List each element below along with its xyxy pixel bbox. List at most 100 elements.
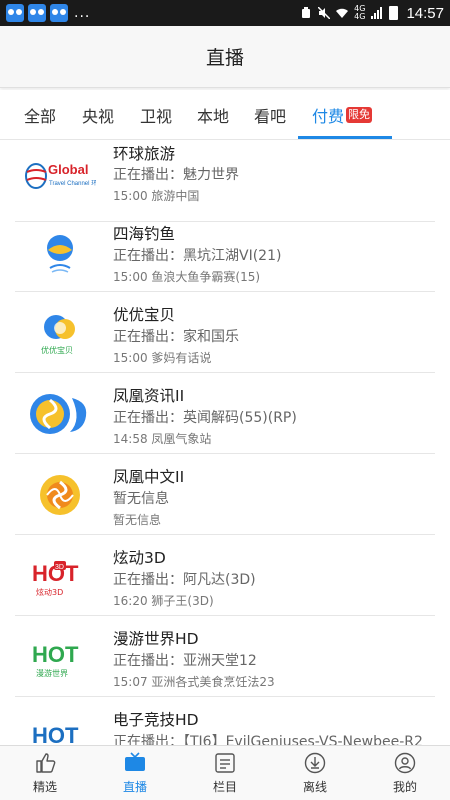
channel-name: 四海钓鱼 — [113, 225, 176, 243]
nav-live[interactable]: 直播 — [90, 746, 180, 800]
tab-label: 卫视 — [140, 107, 173, 126]
nav-offline[interactable]: 离线 — [270, 746, 360, 800]
nav-label: 精选 — [32, 779, 57, 794]
channel-item-esports[interactable]: HOT 电子竞技HD 正在播出：【TI6】EvilGeniuses-VS-New… — [0, 697, 450, 745]
tab-paid[interactable]: 付费 限免 — [312, 90, 373, 140]
free-badge: 限免 — [346, 107, 373, 123]
next-program: 15:00 鱼浪大鱼争霸赛(15) — [113, 270, 261, 284]
channel-logo: HOT 漫游世界 — [24, 634, 96, 684]
user-icon — [394, 752, 416, 773]
tab-cctv[interactable]: 央视 — [82, 90, 114, 140]
channel-name: 凤凰中文II — [113, 468, 185, 486]
channel-logo — [24, 227, 96, 277]
now-playing: 正在播出：家和国乐 — [113, 329, 239, 345]
channel-name: 炫动3D — [113, 549, 166, 567]
now-playing: 暂无信息 — [113, 491, 169, 507]
battery-icon — [389, 6, 399, 20]
phoenix-info-logo-icon — [30, 394, 87, 434]
next-program: 16:20 狮子王(3D) — [113, 594, 214, 608]
tab-label: 央视 — [82, 107, 115, 126]
page-title: 直播 — [205, 47, 244, 69]
clock: 14:57 — [406, 4, 444, 22]
signal-icon — [371, 7, 383, 19]
next-program: 15:00 旅游中国 — [113, 189, 200, 203]
tab-label: 看吧 — [254, 107, 287, 126]
now-playing: 正在播出：魅力世界 — [113, 167, 239, 183]
tab-all[interactable]: 全部 — [24, 90, 56, 140]
more-notifications: ... — [74, 5, 91, 21]
channel-item-roaming-world[interactable]: HOT 漫游世界 漫游世界HD 正在播出：亚洲天堂12 15:07 亚洲各式美食… — [0, 616, 450, 697]
svg-text:3D: 3D — [55, 564, 64, 571]
channel-logo — [24, 470, 96, 520]
tab-label: 全部 — [24, 107, 57, 126]
download-icon — [304, 752, 326, 773]
wifi-icon — [336, 8, 349, 18]
svg-text:优优宝贝: 优优宝贝 — [41, 345, 73, 355]
channel-item-sihai-fishing[interactable]: 四海钓鱼 正在播出：黑坑江湖VI(21) 15:00 鱼浪大鱼争霸赛(15) — [0, 211, 450, 292]
list-icon — [215, 752, 235, 773]
now-playing: 正在播出：阿凡达(3D) — [113, 572, 256, 588]
channel-logo: HOT 3D 炫动3D — [24, 553, 96, 603]
next-program: 14:58 凤凰气象站 — [113, 432, 212, 446]
svg-text:HOT: HOT — [32, 723, 79, 745]
network-indicator: 4G 4G — [354, 4, 366, 21]
tab-satellite[interactable]: 卫视 — [140, 90, 172, 140]
nav-columns[interactable]: 栏目 — [180, 746, 270, 800]
tab-local[interactable]: 本地 — [197, 90, 229, 140]
phoenix-chinese-logo-icon — [40, 475, 80, 515]
channel-name: 漫游世界HD — [113, 630, 199, 648]
channel-name: 凤凰资讯II — [113, 387, 185, 405]
now-playing: 正在播出：英闻解码(55)(RP) — [113, 410, 297, 426]
next-program: 15:07 亚洲各式美食烹饪法23 — [113, 675, 275, 689]
app-notification-icon — [6, 4, 24, 22]
svg-text:HOT: HOT — [32, 642, 79, 667]
nav-featured[interactable]: 精选 — [0, 746, 90, 800]
now-playing: 正在播出：【TI6】EvilGeniuses-VS-Newbee-R2 — [113, 734, 423, 745]
channel-logo — [24, 389, 96, 439]
nav-mine[interactable]: 我的 — [360, 746, 450, 800]
next-program: 暂无信息 — [113, 513, 162, 527]
channel-logo: 优优宝贝 — [24, 308, 96, 358]
channel-name: 电子竞技HD — [113, 711, 199, 729]
channel-name: 环球旅游 — [113, 145, 176, 163]
app-notification-icon — [50, 4, 68, 22]
channel-item-phoenix-info[interactable]: 凤凰资讯II 正在播出：英闻解码(55)(RP) 14:58 凤凰气象站 — [0, 373, 450, 454]
status-bar: ... 4G 4G 14:57 — [0, 0, 450, 26]
tab-kanba[interactable]: 看吧 — [254, 90, 286, 140]
nav-label: 离线 — [302, 779, 327, 794]
hot-esports-logo-icon: HOT — [32, 723, 79, 745]
thumbs-up-icon — [36, 752, 56, 773]
global-travel-logo-icon: Global Travel Channel 环球旅游 — [25, 162, 96, 189]
channel-item-hot-3d[interactable]: HOT 3D 炫动3D 炫动3D 正在播出：阿凡达(3D) 16:20 狮子王(… — [0, 535, 450, 616]
nav-label: 栏目 — [212, 779, 237, 794]
tab-label: 付费 — [312, 107, 345, 126]
channel-list[interactable]: Global Travel Channel 环球旅游 环球旅游 正在播出：魅力世… — [0, 141, 450, 745]
svg-text:漫游世界: 漫游世界 — [36, 668, 68, 678]
hot-3d-logo-icon: HOT 3D 炫动3D — [32, 561, 79, 597]
next-program: 15:00 爹妈有话说 — [113, 351, 212, 365]
now-playing: 正在播出：亚洲天堂12 — [113, 653, 257, 669]
bottom-nav: 精选 直播 栏目 离线 我的 — [0, 745, 450, 800]
svg-text:Travel Channel 环球旅游: Travel Channel 环球旅游 — [49, 179, 96, 187]
nav-label: 我的 — [392, 779, 417, 794]
hot-roaming-logo-icon: HOT 漫游世界 — [32, 642, 79, 678]
channel-logo: HOT — [24, 715, 96, 745]
channel-item-global-travel[interactable]: Global Travel Channel 环球旅游 环球旅游 正在播出：魅力世… — [0, 141, 450, 222]
tv-icon — [125, 751, 145, 771]
mute-icon — [318, 7, 331, 19]
app-notification-icon — [28, 4, 46, 22]
channel-item-phoenix-chinese[interactable]: 凤凰中文II 暂无信息 暂无信息 — [0, 454, 450, 535]
youyou-baby-logo-icon: 优优宝贝 — [41, 315, 75, 355]
category-tabs: 全部 央视 卫视 本地 看吧 付费 限免 — [0, 90, 450, 140]
now-playing: 正在播出：黑坑江湖VI(21) — [113, 248, 282, 264]
nav-label: 直播 — [122, 779, 147, 794]
active-tab-indicator — [298, 136, 392, 139]
alarm-icon — [302, 7, 311, 18]
app-header: 直播 — [0, 26, 450, 88]
channel-logo: Global Travel Channel 环球旅游 — [24, 151, 96, 201]
channel-item-youyou-baby[interactable]: 优优宝贝 优优宝贝 正在播出：家和国乐 15:00 爹妈有话说 — [0, 292, 450, 373]
svg-text:Global: Global — [48, 162, 88, 177]
channel-name: 优优宝贝 — [113, 306, 176, 324]
tab-label: 本地 — [197, 107, 230, 126]
fishing-logo-icon — [47, 235, 73, 273]
